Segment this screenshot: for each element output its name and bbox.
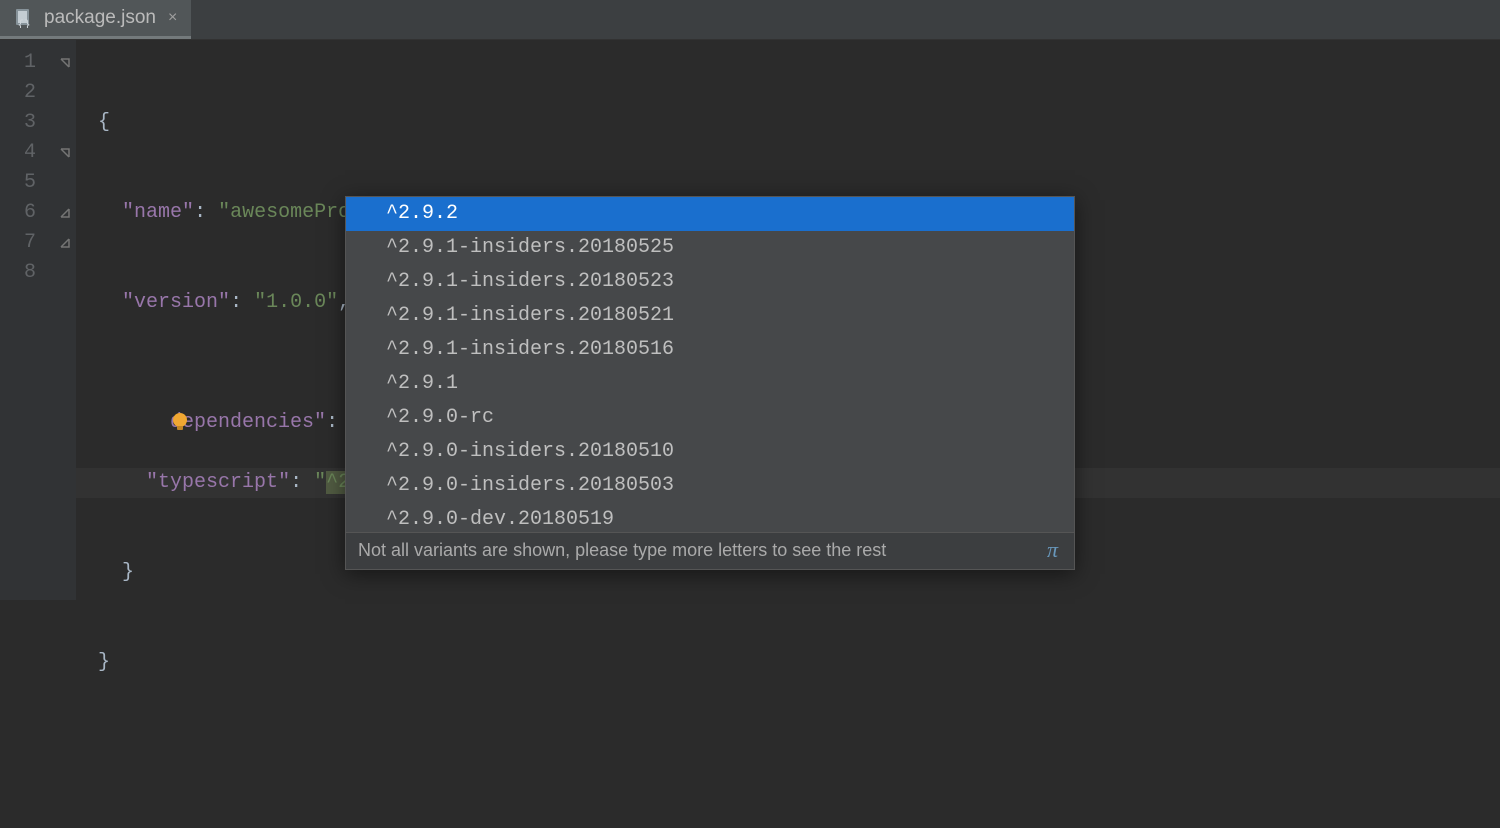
line-number: 8	[0, 258, 54, 288]
json-file-icon: {}	[14, 8, 34, 28]
line-number: 4	[0, 138, 54, 168]
fold-end-marker-icon[interactable]	[54, 228, 76, 258]
completion-item[interactable]: ^2.9.1-insiders.20180523	[346, 265, 1074, 299]
tab-bar: {} package.json ×	[0, 0, 1500, 40]
editor-tab[interactable]: {} package.json ×	[0, 0, 191, 39]
code-line	[76, 738, 1500, 768]
lightbulb-icon[interactable]	[72, 380, 96, 404]
fold-gutter	[54, 40, 76, 600]
line-number: 1	[0, 48, 54, 78]
completion-footer: Not all variants are shown, please type …	[346, 532, 1074, 569]
line-number: 2	[0, 78, 54, 108]
completion-item[interactable]: ^2.9.0-rc	[346, 401, 1074, 435]
line-number-gutter: 1 2 3 4 5 6 7 8	[0, 40, 54, 600]
svg-text:{}: {}	[17, 20, 30, 29]
completion-hint: Not all variants are shown, please type …	[358, 540, 886, 561]
completion-item[interactable]: ^2.9.0-insiders.20180503	[346, 469, 1074, 503]
fold-marker-icon[interactable]	[54, 138, 76, 168]
code-line: {	[76, 108, 1500, 138]
completion-item[interactable]: ^2.9.1-insiders.20180516	[346, 333, 1074, 367]
fold-end-marker-icon[interactable]	[54, 198, 76, 228]
close-icon[interactable]: ×	[166, 9, 179, 27]
completion-item[interactable]: ^2.9.1-insiders.20180521	[346, 299, 1074, 333]
pi-icon[interactable]: π	[1041, 537, 1064, 563]
completion-item[interactable]: ^2.9.2	[346, 197, 1074, 231]
tab-filename: package.json	[44, 7, 156, 29]
completion-popup: ^2.9.2 ^2.9.1-insiders.20180525 ^2.9.1-i…	[345, 196, 1075, 570]
completion-item[interactable]: ^2.9.0-insiders.20180510	[346, 435, 1074, 469]
line-number: 3	[0, 108, 54, 138]
completion-list[interactable]: ^2.9.2 ^2.9.1-insiders.20180525 ^2.9.1-i…	[346, 197, 1074, 532]
completion-item[interactable]: ^2.9.1-insiders.20180525	[346, 231, 1074, 265]
fold-marker-icon[interactable]	[54, 48, 76, 78]
line-number: 5	[0, 168, 54, 198]
completion-item[interactable]: ^2.9.0-dev.20180519	[346, 503, 1074, 532]
line-number: 6	[0, 198, 54, 228]
code-line: }	[76, 648, 1500, 678]
completion-item[interactable]: ^2.9.1	[346, 367, 1074, 401]
line-number: 7	[0, 228, 54, 258]
